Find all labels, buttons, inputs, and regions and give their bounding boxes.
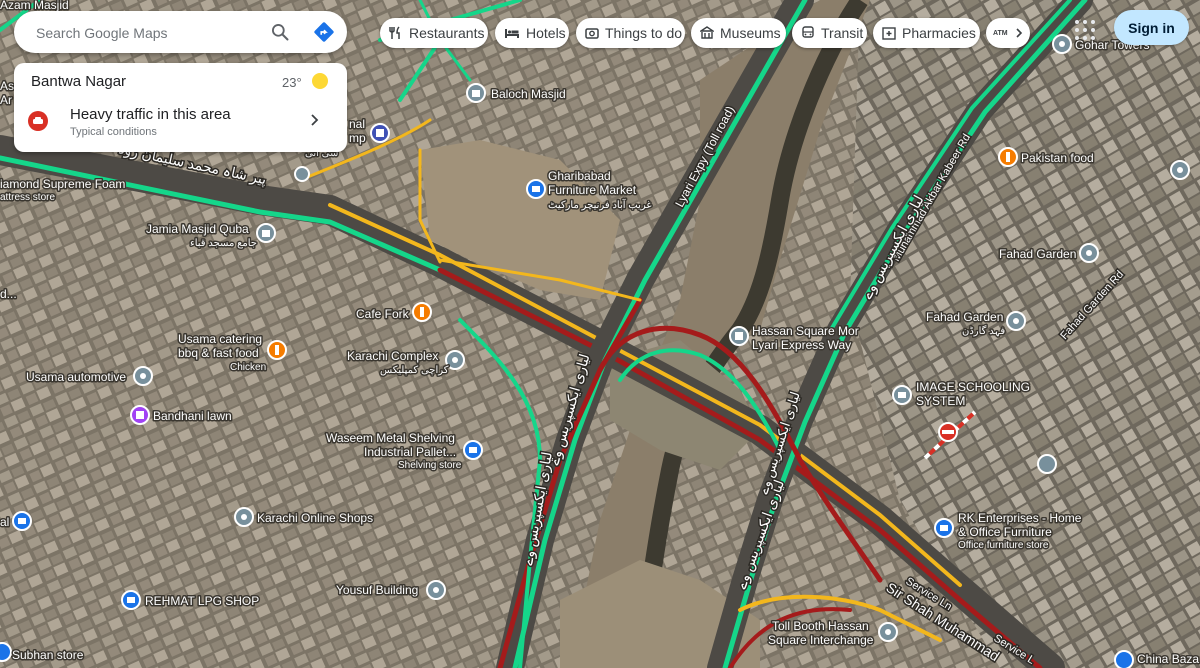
place-label: SYSTEM bbox=[916, 394, 965, 408]
place-label: Subhan store bbox=[12, 648, 84, 662]
traffic-subtitle: Typical conditions bbox=[70, 126, 157, 138]
chip-label: Restaurants bbox=[409, 25, 485, 41]
place-label: nal bbox=[349, 117, 365, 131]
pharmacy-icon bbox=[882, 27, 896, 40]
place-marker-bandhani-lawn[interactable]: Bandhani lawn bbox=[130, 405, 233, 425]
place-label: Toll Booth Hassan bbox=[772, 619, 869, 633]
search-button[interactable] bbox=[266, 18, 294, 46]
sun-icon bbox=[312, 73, 328, 89]
place-label: Usama catering bbox=[178, 332, 262, 346]
place-label: Ar bbox=[0, 93, 12, 107]
place-label: Fahad Garden bbox=[999, 247, 1076, 261]
chip-restaurants[interactable]: Restaurants bbox=[380, 18, 488, 48]
place-marker-bus-stop[interactable] bbox=[294, 166, 310, 182]
place-label: China Baza bbox=[1137, 652, 1199, 666]
chip-label: Pharmacies bbox=[902, 25, 976, 41]
place-label: REHMAT LPG SHOP bbox=[145, 594, 259, 608]
place-label: جامع مسجد قباء bbox=[190, 238, 257, 249]
place-label: Furniture Market bbox=[548, 183, 637, 197]
place-label: غریب آباد فرنیچر مارکیٹ bbox=[548, 198, 652, 211]
chip-things-to-do[interactable]: Things to do bbox=[576, 18, 685, 48]
place-marker-yousuf-building[interactable]: Yousuf Building bbox=[335, 580, 446, 600]
place-label: Karachi Online Shops bbox=[257, 511, 373, 525]
directions-icon bbox=[314, 22, 334, 42]
place-marker-baloch-masjid[interactable]: Baloch Masjid bbox=[466, 83, 567, 103]
place-label: Square Interchange bbox=[768, 633, 874, 647]
place-label: Fahad Garden bbox=[926, 310, 1003, 324]
place-marker-pakistan-food[interactable]: Pakistan food bbox=[998, 147, 1095, 167]
place-marker-edge-east[interactable] bbox=[1170, 160, 1190, 180]
place-label: Shelving store bbox=[398, 460, 462, 471]
place-label: IMAGE SCHOOLING bbox=[916, 380, 1030, 394]
place-marker-layers[interactable] bbox=[1037, 454, 1057, 474]
atm-label: ATM bbox=[993, 29, 1008, 37]
restaurant-icon bbox=[389, 26, 400, 39]
place-label: کراچی کمپلیکس bbox=[380, 365, 449, 376]
place-label: bbq & fast food bbox=[178, 346, 259, 360]
place-marker-d[interactable]: d... bbox=[0, 286, 18, 303]
search-box bbox=[14, 11, 347, 55]
chip-overflow-atm[interactable]: ATM bbox=[986, 18, 1030, 48]
place-marker-fahad-garden[interactable]: Fahad Garden bbox=[998, 243, 1099, 263]
road-closed-icon[interactable] bbox=[938, 422, 958, 442]
place-label: & Office Furniture bbox=[958, 525, 1052, 539]
area-name: Bantwa Nagar bbox=[31, 73, 127, 90]
place-label: Usama automotive bbox=[26, 370, 126, 384]
place-label: Industrial Pallet... bbox=[364, 445, 456, 459]
place-label: Gharibabad bbox=[548, 169, 611, 183]
place-label: Pakistan food bbox=[1021, 151, 1094, 165]
place-label: Karachi Complex bbox=[347, 349, 438, 363]
place-label: Lyari Express Way bbox=[752, 338, 851, 352]
search-input[interactable] bbox=[34, 11, 258, 55]
chip-hotels[interactable]: Hotels bbox=[495, 18, 569, 48]
place-label: Waseem Metal Shelving bbox=[326, 431, 455, 445]
chevron-right-icon[interactable] bbox=[1012, 26, 1026, 40]
place-label: Yousuf Building bbox=[336, 583, 418, 597]
search-icon bbox=[272, 24, 289, 41]
traffic-car-icon bbox=[28, 111, 48, 131]
place-label: attress store bbox=[0, 192, 55, 203]
place-label: iamond Supreme Foam bbox=[0, 177, 125, 191]
place-label: al bbox=[0, 515, 9, 529]
place-label: As bbox=[0, 79, 14, 93]
place-label: RK Enterprises - Home bbox=[958, 511, 1082, 525]
sign-in-button[interactable]: Sign in bbox=[1114, 10, 1189, 45]
place-marker-china-bazar[interactable]: China Baza bbox=[1114, 650, 1200, 668]
temperature: 23° bbox=[282, 75, 302, 90]
chip-transit[interactable]: Transit bbox=[792, 18, 867, 48]
chip-label: Things to do bbox=[605, 25, 683, 41]
museum-icon bbox=[700, 26, 714, 39]
directions-button[interactable] bbox=[310, 18, 338, 46]
chip-pharmacies[interactable]: Pharmacies bbox=[873, 18, 980, 48]
camera-icon bbox=[585, 28, 599, 39]
hotel-icon bbox=[505, 29, 519, 38]
traffic-title: Heavy traffic in this area bbox=[70, 106, 231, 123]
chip-label: Transit bbox=[821, 25, 864, 41]
place-label: Chicken bbox=[230, 362, 266, 373]
place-marker-as[interactable]: As Ar bbox=[0, 78, 16, 109]
chip-label: Hotels bbox=[526, 25, 566, 41]
chip-label: Museums bbox=[720, 25, 781, 41]
chip-museums[interactable]: Museums bbox=[691, 18, 786, 48]
chevron-right-icon[interactable] bbox=[306, 112, 322, 128]
place-label: Baloch Masjid bbox=[491, 87, 566, 101]
place-label: Hassan Square Mor bbox=[752, 324, 859, 338]
place-marker-al[interactable]: al bbox=[0, 511, 32, 531]
apps-grid-icon[interactable] bbox=[1073, 18, 1097, 42]
area-info-card[interactable]: Bantwa Nagar 23° Heavy traffic in this a… bbox=[14, 63, 347, 152]
place-label: mp bbox=[349, 131, 366, 145]
place-label: فہد گارڈن bbox=[962, 325, 1005, 337]
transit-icon bbox=[802, 26, 814, 38]
place-label: Jamia Masjid Quba bbox=[146, 222, 249, 236]
place-label: d... bbox=[0, 287, 17, 301]
place-label: Office furniture store bbox=[958, 540, 1049, 551]
place-label: Cafe Fork bbox=[356, 307, 410, 321]
place-label: Bandhani lawn bbox=[153, 409, 232, 423]
